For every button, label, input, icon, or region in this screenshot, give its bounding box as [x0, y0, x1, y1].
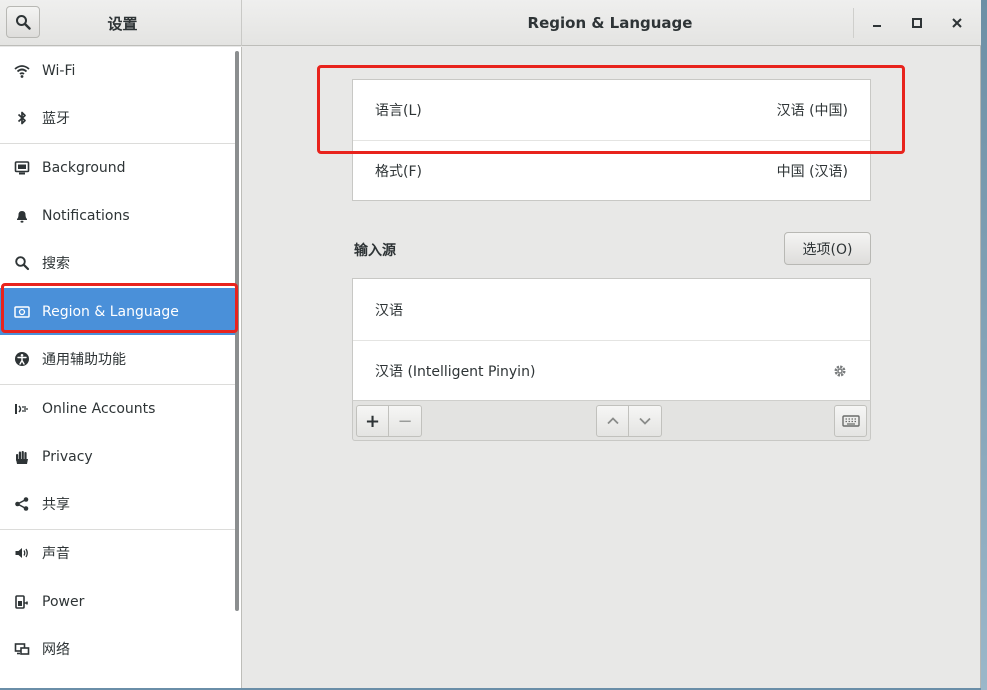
sidebar-item-bluetooth[interactable]: 蓝牙	[0, 94, 236, 141]
sidebar-item-sound[interactable]: 声音	[0, 529, 236, 576]
sidebar-item-label: Notifications	[42, 207, 130, 224]
close-icon	[952, 18, 962, 28]
sidebar-item-power[interactable]: Power	[0, 578, 236, 625]
search-icon	[16, 15, 31, 30]
input-source-label: 汉语	[375, 302, 403, 319]
language-value: 汉语 (中国)	[776, 103, 848, 119]
options-button[interactable]: 选项(O)	[784, 232, 871, 265]
input-source-item[interactable]: 汉语	[353, 279, 870, 340]
minimize-icon	[873, 25, 881, 27]
language-row[interactable]: 语言(L) 汉语 (中国)	[353, 80, 870, 140]
remove-input-source-button[interactable]: −	[389, 405, 422, 437]
region-flag-icon	[14, 304, 30, 320]
sidebar-item-region-language[interactable]: Region & Language	[0, 288, 236, 335]
sidebar-item-label: 声音	[42, 545, 70, 562]
sidebar-item-network[interactable]: 网络	[0, 625, 236, 672]
minimize-button[interactable]	[865, 11, 889, 35]
keyboard-layout-button[interactable]	[834, 405, 867, 437]
gear-icon[interactable]	[832, 363, 848, 379]
keyboard-icon	[841, 415, 860, 427]
sidebar-item-label: Privacy	[42, 448, 93, 465]
input-source-item[interactable]: 汉语 (Intelligent Pinyin)	[353, 340, 870, 400]
bluetooth-icon	[14, 110, 30, 126]
sidebar-item-wifi[interactable]: Wi-Fi	[0, 47, 236, 94]
bell-icon	[14, 208, 30, 224]
language-format-panel: 语言(L) 汉语 (中国) 格式(F) 中国 (汉语)	[352, 79, 871, 201]
sidebar-item-online-accounts[interactable]: Online Accounts	[0, 385, 236, 432]
header-separator	[853, 8, 854, 38]
sidebar-item-privacy[interactable]: Privacy	[0, 433, 236, 480]
search-icon	[14, 255, 30, 271]
sidebar-item-sharing[interactable]: 共享	[0, 480, 236, 527]
app-title: 设置	[107, 14, 138, 33]
settings-window: 设置 Region & Language Wi-Fi 蓝牙 Background…	[0, 0, 981, 688]
hand-icon	[14, 449, 30, 465]
sidebar-item-notifications[interactable]: Notifications	[0, 192, 236, 239]
input-sources-list: 汉语 汉语 (Intelligent Pinyin)	[352, 278, 871, 400]
maximize-icon	[912, 18, 922, 28]
sidebar-item-label: 通用辅助功能	[42, 351, 126, 368]
sidebar-item-label: Power	[42, 593, 85, 610]
sidebar-item-background[interactable]: Background	[0, 144, 236, 191]
language-label: 语言(L)	[375, 103, 422, 119]
move-down-button[interactable]	[629, 405, 662, 437]
power-plug-icon	[14, 594, 30, 610]
chevron-down-icon	[639, 417, 651, 425]
maximize-button[interactable]	[905, 11, 929, 35]
input-sources-title: 输入源	[354, 243, 396, 259]
sidebar-item-search[interactable]: 搜索	[0, 239, 236, 286]
sidebar-item-label: Wi-Fi	[42, 62, 76, 79]
format-value: 中国 (汉语)	[776, 163, 848, 180]
wifi-icon	[14, 63, 30, 79]
sidebar-item-accessibility[interactable]: 通用辅助功能	[0, 335, 236, 382]
header-bar: 设置 Region & Language	[0, 0, 981, 46]
search-button[interactable]	[6, 6, 40, 38]
background-icon	[14, 160, 30, 176]
sidebar-item-label: Region & Language	[42, 303, 179, 320]
input-source-label: 汉语 (Intelligent Pinyin)	[375, 363, 536, 380]
close-button[interactable]	[945, 11, 969, 35]
speaker-icon	[14, 545, 30, 561]
sidebar-item-label: 网络	[42, 641, 70, 658]
input-sources-toolbar: + −	[352, 400, 871, 441]
network-icon	[14, 641, 30, 657]
add-input-source-button[interactable]: +	[356, 405, 389, 437]
format-row[interactable]: 格式(F) 中国 (汉语)	[353, 140, 870, 200]
sidebar: Wi-Fi 蓝牙 Background Notifications 搜索 Reg…	[0, 47, 242, 688]
accessibility-icon	[14, 351, 30, 367]
online-accounts-icon	[14, 401, 30, 417]
move-up-button[interactable]	[596, 405, 629, 437]
sidebar-item-label: 蓝牙	[42, 110, 70, 127]
chevron-up-icon	[606, 417, 619, 425]
sidebar-item-label: Background	[42, 159, 126, 176]
desktop-background	[981, 0, 987, 690]
sidebar-item-label: Online Accounts	[42, 400, 156, 417]
sidebar-item-label: 共享	[42, 496, 70, 513]
format-label: 格式(F)	[375, 163, 422, 180]
sidebar-scrollbar[interactable]	[235, 51, 239, 611]
sidebar-item-label: 搜索	[42, 255, 70, 272]
header-sidebar-section: 设置	[0, 0, 242, 46]
share-icon	[14, 496, 30, 512]
